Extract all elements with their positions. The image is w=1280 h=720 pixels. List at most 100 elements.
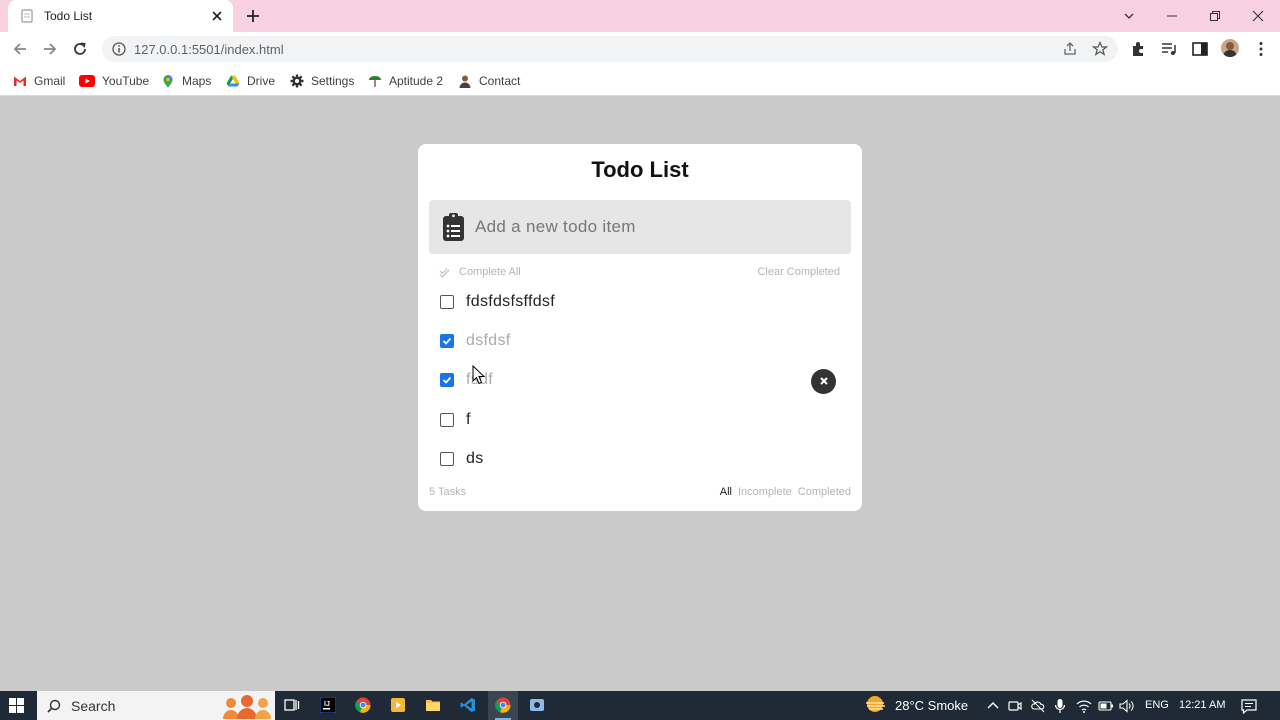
media-player-icon[interactable] [390,697,406,713]
back-icon[interactable] [11,40,29,58]
bookmark-label: Gmail [34,74,66,88]
volume-icon[interactable] [1119,699,1135,713]
address-bar[interactable]: 127.0.0.1:5501/index.html [102,36,1118,62]
bookmark-drive[interactable]: Drive [226,72,275,90]
reload-icon[interactable] [71,40,89,58]
restore-icon[interactable] [1205,6,1225,26]
close-tab-icon[interactable] [209,8,225,24]
todo-item[interactable]: dsfdsf [418,321,862,360]
new-tab-icon[interactable] [245,8,261,24]
task-view-icon[interactable] [284,697,300,713]
tab-title: Todo List [44,9,93,23]
browser-tab[interactable]: Todo List [8,0,233,32]
site-info-icon[interactable] [112,42,126,56]
minimize-icon[interactable] [1162,6,1182,26]
bookmark-gmail[interactable]: Gmail [13,72,65,90]
close-window-icon[interactable] [1248,6,1268,26]
new-todo-input[interactable] [475,217,815,237]
drive-icon [226,75,240,87]
todo-text: fdsfdsfsffdsf [466,292,555,310]
todo-item[interactable]: f [418,400,862,439]
share-icon[interactable] [1062,41,1078,57]
battery-icon[interactable] [1098,699,1114,713]
bookmark-label: Maps [182,74,212,88]
clear-completed-button[interactable]: Clear Completed [757,266,840,278]
complete-all-button[interactable]: Complete All [439,266,521,278]
todo-checkbox[interactable] [440,294,454,309]
chrome-icon[interactable] [355,697,371,713]
todo-checkbox[interactable] [440,373,454,388]
browser-title-bar: Todo List [0,0,1280,32]
onedrive-off-icon[interactable] [1031,699,1045,713]
taskbar-search[interactable]: Search [37,691,275,720]
double-check-icon [439,267,450,278]
vscode-icon[interactable] [460,697,476,713]
todo-checkbox[interactable] [440,451,454,466]
delete-todo-button[interactable] [811,368,836,394]
profile-avatar[interactable] [1221,39,1239,57]
clock[interactable]: 12:21 AM [1179,699,1225,711]
extensions-icon[interactable] [1130,40,1148,58]
intellij-icon[interactable]: IJ [320,697,336,713]
microphone-icon[interactable] [1054,698,1066,714]
bookmark-label: YouTube [102,74,150,88]
bookmark-star-icon[interactable] [1092,41,1108,57]
browser-toolbar: 127.0.0.1:5501/index.html [0,32,1280,66]
todo-text: f [466,410,471,428]
close-icon [819,377,828,385]
clipboard-list-icon [443,213,464,241]
contact-icon [459,75,471,88]
file-explorer-icon[interactable] [425,697,441,713]
page-title: Todo List [591,157,689,182]
chrome-active-icon[interactable] [495,697,511,713]
bookmark-label: Aptitude 2 [389,74,444,88]
bookmark-settings[interactable]: Settings [290,72,354,90]
meet-now-icon[interactable] [1008,699,1022,713]
side-panel-icon[interactable] [1191,40,1209,58]
new-todo-container [429,200,851,254]
bookmark-maps[interactable]: Maps [161,72,211,90]
todo-text: ds [466,449,484,467]
wifi-icon[interactable] [1076,698,1092,714]
filter-all[interactable]: All [720,486,732,498]
youtube-icon [79,75,95,87]
bookmarks-bar: Gmail YouTube Maps Drive Settings Aptitu… [0,66,1280,96]
svg-text:IJ: IJ [324,701,330,708]
checkmark-icon [442,377,452,385]
windows-start-icon[interactable] [9,698,24,713]
todo-item[interactable]: fdsfdsfsffdsf [418,282,862,321]
bookmark-label: Contact [479,74,521,88]
screenshot-tool-icon[interactable] [529,697,545,713]
weather-text[interactable]: 28°C Smoke [895,698,968,713]
url-text: 127.0.0.1:5501/index.html [134,41,284,57]
search-label: Search [71,697,116,714]
checkmark-icon [442,337,452,345]
bookmark-label: Settings [311,74,355,88]
weather-icon [866,696,885,712]
bookmark-contact[interactable]: Contact [458,72,520,90]
complete-all-label: Complete All [459,266,521,278]
filter-completed[interactable]: Completed [798,486,851,498]
tab-search-icon[interactable] [1119,6,1139,26]
language-indicator[interactable]: ENG [1145,699,1169,711]
todo-item[interactable]: ds [418,439,862,478]
windows-taskbar: Search IJ 28°C Smoke ENG 12:21 AM [0,691,1280,720]
bookmark-label: Drive [247,74,276,88]
task-count: 5 Tasks [429,486,467,498]
bookmark-aptitude[interactable]: Aptitude 2 [368,72,443,90]
search-icon [47,699,61,713]
browser-menu-icon[interactable] [1252,40,1270,58]
show-hidden-icons-icon[interactable] [986,699,1000,713]
todo-text: dsfdsf [466,331,511,349]
gear-icon [290,74,304,88]
filter-incomplete[interactable]: Incomplete [738,486,792,498]
filter-bar: All Incomplete Completed [720,486,851,498]
media-control-icon[interactable] [1160,40,1178,58]
bookmark-youtube[interactable]: YouTube [79,72,149,90]
aptitude-icon [369,76,381,87]
forward-icon[interactable] [41,40,59,58]
maps-icon [163,75,173,88]
notifications-icon[interactable] [1241,698,1257,714]
todo-checkbox[interactable] [440,412,454,427]
todo-checkbox[interactable] [440,333,454,348]
